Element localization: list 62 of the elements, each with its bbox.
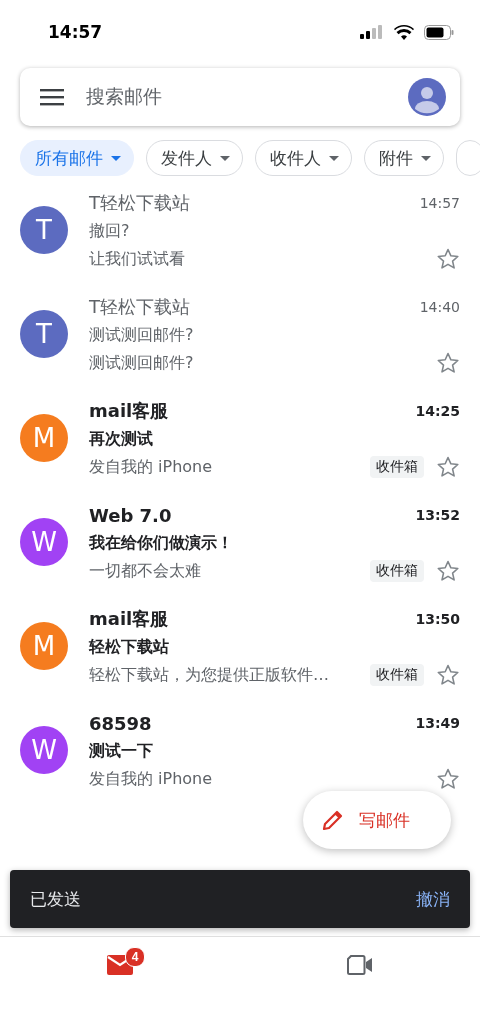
- battery-icon: [424, 24, 454, 40]
- mail-snippet: 发自我的 iPhone: [89, 768, 213, 790]
- mail-subject: 撤回?: [89, 220, 130, 242]
- status-time: 14:57: [48, 22, 103, 42]
- mail-subject: 轻松下载站: [89, 636, 169, 658]
- star-icon[interactable]: [436, 351, 460, 375]
- star-icon[interactable]: [436, 767, 460, 791]
- sender-avatar: T: [20, 310, 68, 358]
- sender-name: mail客服: [89, 607, 169, 631]
- caret-icon: [329, 155, 339, 161]
- filter-chip[interactable]: 附件: [364, 140, 444, 176]
- star-icon[interactable]: [436, 663, 460, 687]
- mail-time: 14:25: [415, 403, 460, 419]
- mail-time: 13:52: [415, 507, 460, 523]
- mail-time: 13:49: [415, 715, 460, 731]
- star-icon[interactable]: [436, 559, 460, 583]
- mail-snippet: 测试测回邮件?: [89, 352, 194, 374]
- filter-chip[interactable]: 所有邮件: [20, 140, 134, 176]
- caret-icon: [220, 155, 230, 161]
- video-camera-icon: [347, 955, 373, 975]
- snackbar-message: 已发送: [30, 887, 81, 911]
- search-bar[interactable]: 搜索邮件: [20, 68, 460, 126]
- sender-name: 68598: [89, 712, 152, 734]
- signal-icon: [360, 25, 384, 39]
- undo-button[interactable]: 撤消: [416, 887, 450, 911]
- mail-subject: 我在给你们做演示！: [89, 532, 233, 554]
- menu-icon[interactable]: [40, 88, 64, 106]
- sender-name: Web 7.0: [89, 504, 172, 526]
- unread-count-badge: 4: [125, 947, 145, 967]
- star-icon[interactable]: [436, 455, 460, 479]
- sender-name: T轻松下载站: [89, 295, 190, 319]
- filter-chip[interactable]: 收件人: [255, 140, 352, 176]
- sender-avatar: T: [20, 206, 68, 254]
- sender-avatar: M: [20, 414, 68, 462]
- mail-snippet: 一切都不会太难: [89, 560, 201, 582]
- search-placeholder: 搜索邮件: [86, 84, 163, 109]
- mail-snippet: 轻松下载站，为您提供正版软件…: [89, 664, 329, 686]
- mail-snippet: 发自我的 iPhone: [89, 456, 213, 478]
- sender-avatar: W: [20, 726, 68, 774]
- account-avatar-icon[interactable]: [408, 78, 446, 116]
- star-icon[interactable]: [436, 247, 460, 271]
- compose-button[interactable]: 写邮件: [303, 791, 451, 849]
- filter-chip[interactable]: 发件人: [146, 140, 243, 176]
- caret-icon: [111, 155, 121, 161]
- sender-name: T轻松下载站: [89, 191, 190, 215]
- mail-time: 14:40: [419, 299, 460, 315]
- sender-avatar: M: [20, 622, 68, 670]
- mail-subject: 测试一下: [89, 740, 153, 762]
- mail-label: 收件箱: [370, 664, 424, 686]
- mail-subject: 再次测试: [89, 428, 153, 450]
- mail-subject: 测试测回邮件?: [89, 324, 194, 346]
- mail-snippet: 让我们试试看: [89, 248, 185, 270]
- mail-tab[interactable]: 4: [0, 937, 240, 1017]
- mail-label: 收件箱: [370, 456, 424, 478]
- mail-time: 13:50: [415, 611, 460, 627]
- wifi-icon: [394, 24, 414, 40]
- caret-icon: [421, 155, 431, 161]
- mail-label: 收件箱: [370, 560, 424, 582]
- sender-name: mail客服: [89, 399, 169, 423]
- mail-time: 14:57: [419, 195, 460, 211]
- sender-avatar: W: [20, 518, 68, 566]
- pencil-icon: [321, 808, 345, 832]
